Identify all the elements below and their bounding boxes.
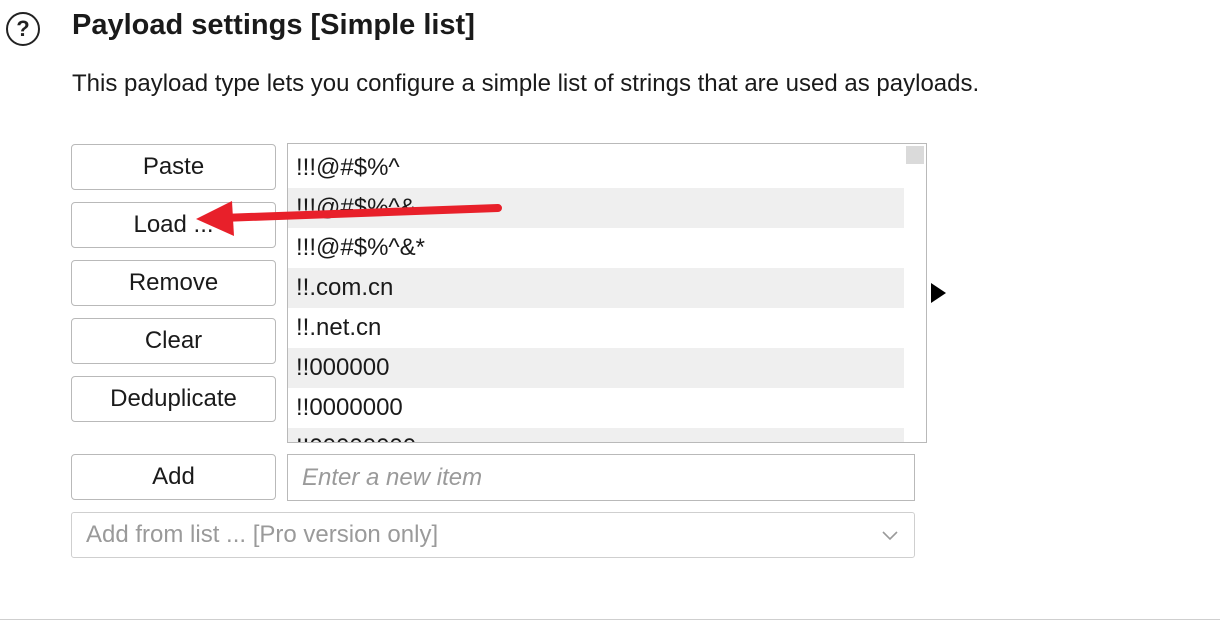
mouse-cursor-icon	[931, 283, 946, 303]
section-description: This payload type lets you configure a s…	[72, 70, 980, 97]
list-item[interactable]: !!!@#$%^&*	[288, 228, 904, 268]
remove-button[interactable]: Remove	[71, 260, 276, 306]
list-scrollbar[interactable]	[904, 144, 926, 442]
scrollbar-thumb[interactable]	[906, 146, 924, 164]
list-item[interactable]: !!!@#$%^&	[288, 188, 904, 228]
clear-button[interactable]: Clear	[71, 318, 276, 364]
list-item[interactable]: !!.com.cn	[288, 268, 904, 308]
chevron-down-icon	[882, 531, 898, 541]
payload-list[interactable]: !!!@#$%^ !!!@#$%^& !!!@#$%^&* !!.com.cn …	[287, 143, 927, 443]
help-icon[interactable]: ?	[6, 12, 40, 46]
list-item[interactable]: !!!@#$%^	[288, 148, 904, 188]
list-item[interactable]: !!.net.cn	[288, 308, 904, 348]
list-item[interactable]: !!00000000	[288, 428, 904, 442]
add-button[interactable]: Add	[71, 454, 276, 500]
section-title: Payload settings [Simple list]	[72, 9, 475, 41]
list-item[interactable]: !!0000000	[288, 388, 904, 428]
add-from-list-dropdown[interactable]: Add from list ... [Pro version only]	[71, 512, 915, 558]
deduplicate-button[interactable]: Deduplicate	[71, 376, 276, 422]
load-button[interactable]: Load ...	[71, 202, 276, 248]
section-divider	[0, 619, 1220, 620]
list-item[interactable]: !!000000	[288, 348, 904, 388]
payload-settings-panel: ? Payload settings [Simple list] This pa…	[0, 0, 1220, 639]
dropdown-selected-label: Add from list ... [Pro version only]	[86, 521, 439, 548]
new-item-input[interactable]	[287, 454, 915, 501]
paste-button[interactable]: Paste	[71, 144, 276, 190]
